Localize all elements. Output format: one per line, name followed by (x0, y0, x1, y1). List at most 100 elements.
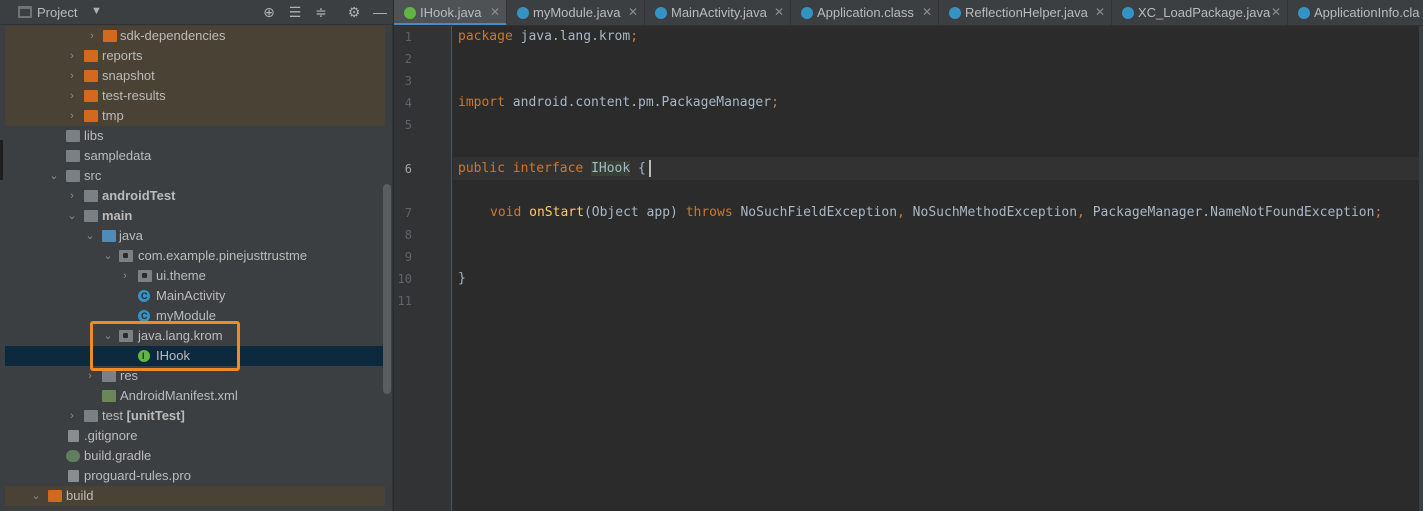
line-number: 7 (404, 206, 412, 220)
keyword: interface (512, 161, 584, 176)
file-icon (68, 430, 79, 442)
tree-item-label: sdk-dependencies (120, 28, 226, 43)
tab-application-class[interactable]: Application.class ✕ (791, 0, 939, 25)
tree-item-androidTest[interactable]: › androidTest (5, 186, 385, 206)
tree-item-com-example-pinejusttrustme[interactable]: ⌄ com.example.pinejusttrustme (5, 246, 385, 266)
chevron-down-icon[interactable]: ⌄ (30, 486, 42, 506)
folder-icon (66, 130, 80, 142)
tab-reflectionhelper-java[interactable]: ReflectionHelper.java ✕ (939, 0, 1112, 25)
tree-item-ui-theme[interactable]: › ui.theme (5, 266, 385, 286)
keyword: import (458, 95, 505, 110)
chevron-down-icon[interactable]: ⌄ (48, 166, 60, 186)
line-number: 9 (404, 250, 412, 264)
tree-scrollbar[interactable] (383, 184, 391, 394)
gradle-icon (66, 450, 80, 462)
tree-item-src[interactable]: ⌄ src (5, 166, 385, 186)
locate-icon[interactable]: ⊕ (260, 3, 278, 21)
class-icon (655, 7, 667, 19)
editor-tab-bar: IHook.java ✕ myModule.java ✕ MainActivit… (394, 0, 1423, 26)
code-text: { (630, 161, 646, 176)
highlight-annotation-box (90, 321, 240, 371)
tab-label: XC_LoadPackage.java (1138, 5, 1271, 20)
tree-item-libs[interactable]: libs (5, 126, 385, 146)
keyword: package (458, 29, 513, 44)
expand-all-icon[interactable]: ≑ (312, 3, 330, 21)
chevron-right-icon[interactable]: › (66, 406, 78, 426)
chevron-right-icon[interactable]: › (66, 46, 78, 66)
tree-item-sampledata[interactable]: sampledata (5, 146, 385, 166)
tree-item-proguard-rules[interactable]: proguard-rules.pro (5, 466, 385, 486)
folder-icon (84, 410, 98, 422)
close-icon[interactable]: ✕ (490, 0, 500, 25)
code-text: android.content.pm.PackageManager (504, 95, 772, 110)
code-text: NoSuchMethodException (904, 205, 1078, 220)
close-icon[interactable]: ✕ (628, 0, 638, 25)
tree-item-label: .gitignore (84, 428, 138, 443)
tree-item-label: java (119, 228, 143, 243)
close-icon[interactable]: ✕ (774, 0, 784, 25)
punctuation: ; (1374, 205, 1383, 220)
gear-icon[interactable]: ⚙ (345, 3, 363, 21)
chevron-right-icon[interactable]: › (86, 26, 98, 46)
chevron-right-icon[interactable]: › (66, 186, 78, 206)
code-editor: IHook.java ✕ myModule.java ✕ MainActivit… (394, 0, 1423, 511)
tree-item-test[interactable]: › test [unitTest] (5, 406, 385, 426)
chevron-right-icon[interactable]: › (66, 86, 78, 106)
tree-item-gitignore[interactable]: .gitignore (5, 426, 385, 446)
chevron-right-icon[interactable]: › (119, 266, 131, 286)
tab-xc-loadpackage-java[interactable]: XC_LoadPackage.java ✕ (1112, 0, 1288, 25)
tree-item-AndroidManifest[interactable]: AndroidManifest.xml (5, 386, 385, 406)
code-text: (Object app) (583, 205, 686, 220)
chevron-down-icon[interactable]: ⌄ (102, 246, 114, 266)
tree-item-label: src (84, 168, 102, 183)
tab-mainactivity-java[interactable]: MainActivity.java ✕ (645, 0, 791, 25)
code-area[interactable]: package java.lang.krom; import android.c… (453, 26, 1423, 511)
folder-icon (84, 110, 98, 122)
code-line-10: } (458, 271, 466, 286)
class-icon (1298, 7, 1310, 19)
chevron-down-icon[interactable]: ⌄ (84, 226, 96, 246)
tab-ihook-java[interactable]: IHook.java ✕ (394, 0, 507, 25)
method-name: onStart (529, 205, 584, 220)
chevron-down-icon[interactable]: ▼ (91, 5, 102, 17)
text-caret (649, 160, 651, 177)
tree-item-build-gradle[interactable]: build.gradle (5, 446, 385, 466)
tree-item-tmp[interactable]: › tmp (5, 106, 385, 126)
tree-item-test-results[interactable]: › test-results (5, 86, 385, 106)
collapse-all-icon[interactable]: ☰ (286, 3, 304, 21)
code-text: PackageManager.NameNotFoundException (1084, 205, 1375, 220)
project-panel-title[interactable]: Project (37, 5, 77, 20)
code-line-4: import android.content.pm.PackageManager… (458, 95, 779, 110)
line-number: 2 (404, 52, 412, 66)
tree-item-main[interactable]: ⌄ main (5, 206, 385, 226)
tree-item-snapshot[interactable]: › snapshot (5, 66, 385, 86)
tab-applicationinfo-class[interactable]: ApplicationInfo.cla (1288, 0, 1423, 25)
tree-item-sdk-dependencies[interactable]: › sdk-dependencies (5, 26, 385, 46)
tree-item-label: tmp (102, 108, 124, 123)
chevron-right-icon[interactable]: › (66, 106, 78, 126)
chevron-down-icon[interactable]: ⌄ (66, 206, 78, 226)
close-icon[interactable]: ✕ (922, 0, 932, 25)
tab-mymodule-java[interactable]: myModule.java ✕ (507, 0, 645, 25)
close-icon[interactable]: ✕ (1271, 0, 1281, 25)
tree-item-java[interactable]: ⌄ java (5, 226, 385, 246)
line-number-gutter: 1 2 3 4 5 6 7 8 9 10 11 (394, 26, 452, 511)
line-number: 3 (404, 74, 412, 88)
minimize-icon[interactable]: — (371, 3, 389, 21)
code-text: java.lang.krom (512, 29, 631, 44)
close-icon[interactable]: ✕ (1095, 0, 1105, 25)
tree-item-label: AndroidManifest.xml (120, 388, 238, 403)
tree-item-label: build.gradle (84, 448, 152, 463)
tree-item-reports[interactable]: › reports (5, 46, 385, 66)
punctuation: , (897, 205, 905, 220)
tree-item-label-plain: test (102, 408, 127, 423)
tree-item-MainActivity[interactable]: MainActivity (5, 286, 385, 306)
folder-icon (66, 170, 80, 182)
tree-item-label: reports (102, 48, 143, 63)
line-number: 8 (404, 228, 412, 242)
tab-label: ReflectionHelper.java (965, 5, 1088, 20)
tree-item-build[interactable]: ⌄ build (5, 486, 385, 506)
project-panel: Project ▼ ⊕ ☰ ≑ ⚙ — › sdk-dependencies ›… (0, 0, 393, 511)
tree-item-label: com.example.pinejusttrustme (138, 248, 308, 263)
chevron-right-icon[interactable]: › (66, 66, 78, 86)
